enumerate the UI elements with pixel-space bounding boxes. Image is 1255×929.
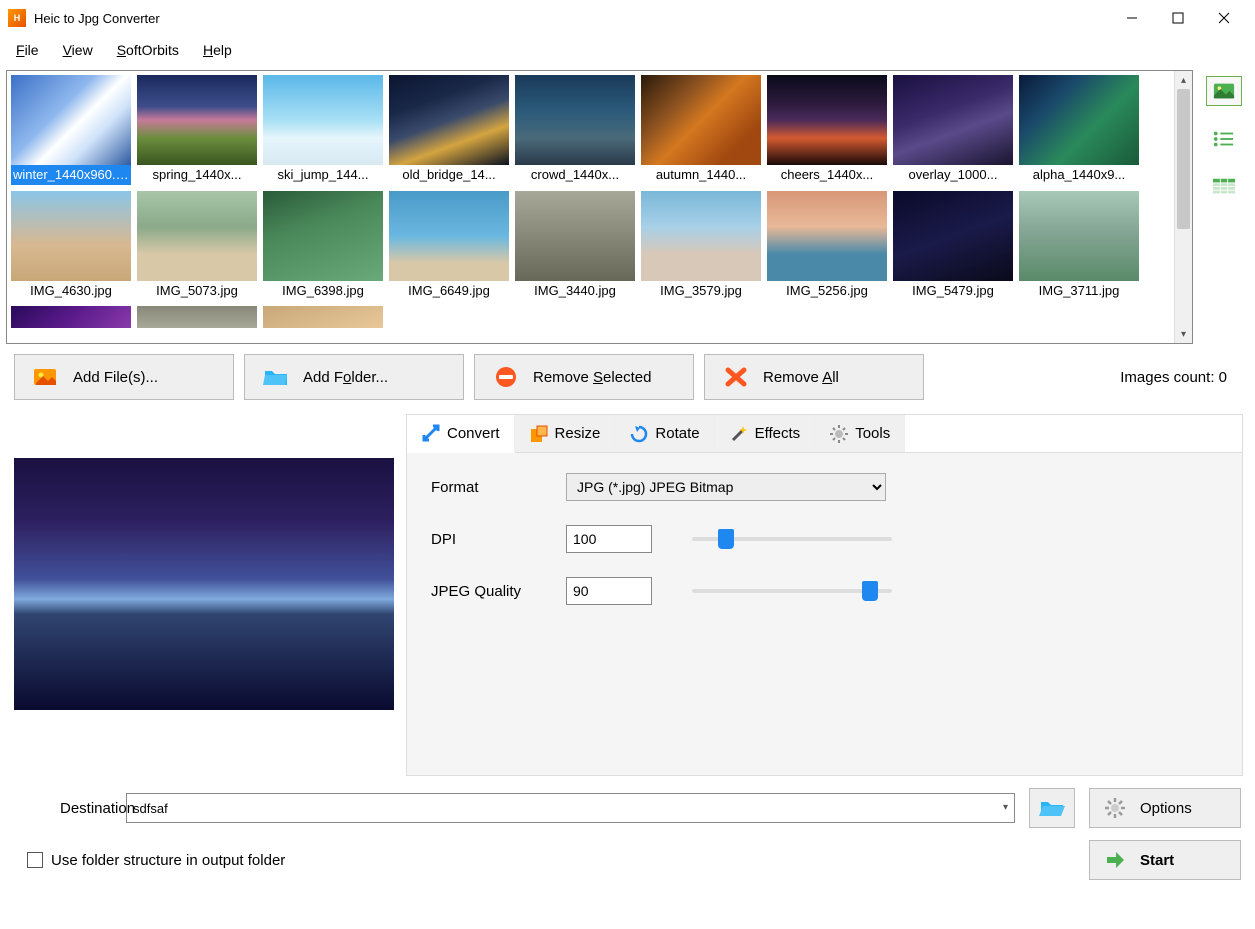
- use-folder-structure-checkbox[interactable]: [27, 852, 43, 868]
- add-folder-button[interactable]: Add Folder...: [244, 354, 464, 400]
- minimize-button[interactable]: [1109, 2, 1155, 34]
- menu-help[interactable]: Help: [193, 38, 242, 62]
- scroll-up-icon[interactable]: ▴: [1175, 71, 1192, 89]
- view-sidebar: [1199, 70, 1249, 344]
- tab-convert[interactable]: Convert: [407, 415, 515, 453]
- menu-view[interactable]: View: [53, 38, 103, 62]
- format-select[interactable]: JPG (*.jpg) JPEG Bitmap: [566, 473, 886, 501]
- chevron-down-icon[interactable]: ▾: [1003, 802, 1008, 813]
- thumbnail-item[interactable]: overlay_1000...: [893, 75, 1013, 185]
- thumbnail-item[interactable]: [137, 306, 257, 328]
- images-count: Images count: 0: [1120, 369, 1241, 386]
- remove-all-label: Remove All: [763, 369, 839, 386]
- menu-file[interactable]: File: [6, 38, 49, 62]
- remove-selected-button[interactable]: Remove Selected: [474, 354, 694, 400]
- thumbnail-item[interactable]: IMG_3579.jpg: [641, 191, 761, 300]
- thumbnail-item[interactable]: ski_jump_144...: [263, 75, 383, 185]
- menubar: File View SoftOrbits Help: [0, 36, 1255, 64]
- titlebar: H Heic to Jpg Converter: [0, 0, 1255, 36]
- dpi-input[interactable]: [566, 525, 652, 553]
- add-files-label: Add File(s)...: [73, 369, 158, 386]
- thumbnail-item[interactable]: IMG_5073.jpg: [137, 191, 257, 300]
- quality-slider[interactable]: [692, 578, 892, 604]
- destination-label: Destination: [14, 800, 112, 817]
- thumbnail-item[interactable]: IMG_6649.jpg: [389, 191, 509, 300]
- remove-selected-label: Remove Selected: [533, 369, 651, 386]
- tools-icon: [829, 424, 849, 444]
- thumbnail-item[interactable]: IMG_3711.jpg: [1019, 191, 1139, 300]
- thumbnail-item[interactable]: old_bridge_14...: [389, 75, 509, 185]
- resize-icon: [529, 424, 549, 444]
- options-button[interactable]: Options: [1089, 788, 1241, 828]
- format-label: Format: [431, 479, 546, 496]
- tabs-panel: Convert Resize Rotate Effects Tools Form…: [406, 414, 1243, 776]
- view-details-button[interactable]: [1206, 172, 1242, 202]
- thumbnail-item[interactable]: IMG_4630.jpg: [11, 191, 131, 300]
- thumbnail-item[interactable]: IMG_5479.jpg: [893, 191, 1013, 300]
- thumbnail-item[interactable]: autumn_1440...: [641, 75, 761, 185]
- thumbnail-item[interactable]: IMG_6398.jpg: [263, 191, 383, 300]
- scroll-down-icon[interactable]: ▾: [1175, 325, 1192, 343]
- add-files-button[interactable]: Add File(s)...: [14, 354, 234, 400]
- gear-icon: [1104, 797, 1126, 819]
- rotate-icon: [629, 424, 649, 444]
- quality-label: JPEG Quality: [431, 583, 546, 600]
- scroll-thumb[interactable]: [1177, 89, 1190, 229]
- thumbnail-item[interactable]: [11, 306, 131, 328]
- thumbnail-item[interactable]: IMG_5256.jpg: [767, 191, 887, 300]
- destination-input[interactable]: sdfsaf ▾: [126, 793, 1015, 823]
- menu-softorbits[interactable]: SoftOrbits: [107, 38, 189, 62]
- folder-icon: [263, 366, 289, 388]
- tab-tools[interactable]: Tools: [815, 415, 905, 452]
- add-files-icon: [33, 366, 59, 388]
- thumbnail-item[interactable]: alpha_1440x9...: [1019, 75, 1139, 185]
- remove-selected-icon: [493, 366, 519, 388]
- thumbnail-item[interactable]: cheers_1440x...: [767, 75, 887, 185]
- tab-resize[interactable]: Resize: [515, 415, 616, 452]
- preview-image: [14, 458, 394, 710]
- quality-input[interactable]: [566, 577, 652, 605]
- thumbnail-item[interactable]: spring_1440x...: [137, 75, 257, 185]
- tab-rotate[interactable]: Rotate: [615, 415, 714, 452]
- app-icon: H: [8, 9, 26, 27]
- dpi-slider[interactable]: [692, 526, 892, 552]
- start-arrow-icon: [1104, 849, 1126, 871]
- start-button[interactable]: Start: [1089, 840, 1241, 880]
- view-list-button[interactable]: [1206, 124, 1242, 154]
- thumbnail-item[interactable]: winter_1440x960.heic: [11, 75, 131, 185]
- preview-panel: [12, 414, 396, 754]
- effects-icon: [729, 424, 749, 444]
- grid-scrollbar[interactable]: ▴ ▾: [1174, 71, 1192, 343]
- dpi-label: DPI: [431, 531, 546, 548]
- thumbnail-item[interactable]: [263, 306, 383, 328]
- bottom-bar: Destination sdfsaf ▾ Options Use folder …: [0, 780, 1255, 888]
- browse-button[interactable]: [1029, 788, 1075, 828]
- use-folder-structure-label: Use folder structure in output folder: [51, 852, 285, 869]
- remove-all-icon: [723, 366, 749, 388]
- thumbnail-item[interactable]: crowd_1440x...: [515, 75, 635, 185]
- close-button[interactable]: [1201, 2, 1247, 34]
- view-thumbnails-button[interactable]: [1206, 76, 1242, 106]
- app-title: Heic to Jpg Converter: [34, 11, 160, 26]
- toolbar: Add File(s)... Add Folder... Remove Sele…: [0, 344, 1255, 410]
- maximize-button[interactable]: [1155, 2, 1201, 34]
- tab-effects[interactable]: Effects: [715, 415, 816, 452]
- convert-icon: [421, 423, 441, 443]
- folder-open-icon: [1039, 797, 1065, 819]
- thumbnail-item[interactable]: IMG_3440.jpg: [515, 191, 635, 300]
- remove-all-button[interactable]: Remove All: [704, 354, 924, 400]
- thumbnail-grid: winter_1440x960.heic spring_1440x... ski…: [6, 70, 1193, 344]
- add-folder-label: Add Folder...: [303, 369, 388, 386]
